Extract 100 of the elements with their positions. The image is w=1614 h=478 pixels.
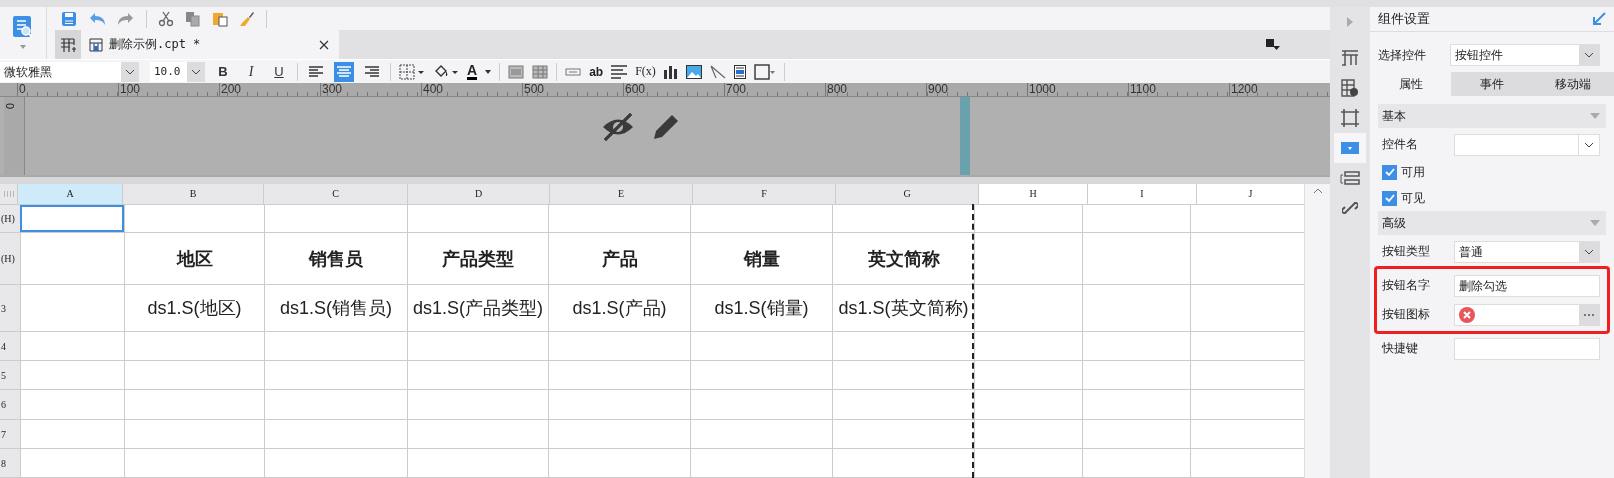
caret-icon	[1590, 220, 1600, 226]
caret-icon[interactable]	[485, 69, 492, 74]
file-tab[interactable]: 删除示例.cpt *	[81, 30, 339, 59]
icon-picker-field[interactable]	[1454, 303, 1600, 326]
undo-icon[interactable]	[88, 11, 106, 26]
row-header[interactable]: 8	[0, 449, 20, 477]
row-header[interactable]: 7	[0, 420, 20, 448]
grid-info-icon	[1341, 79, 1359, 97]
checkbox[interactable]	[1382, 190, 1397, 206]
section-header[interactable]: 基本	[1378, 104, 1606, 128]
field-label: 快捷键	[1382, 340, 1419, 357]
border-icon[interactable]	[399, 63, 425, 80]
hidden-eye-icon[interactable]	[601, 112, 635, 143]
grid-icon	[1341, 50, 1359, 66]
column-header[interactable]: A	[17, 184, 122, 204]
font-size-dropdown[interactable]: 10.0	[150, 61, 205, 82]
sub-report-icon[interactable]	[733, 64, 746, 79]
copy-icon[interactable]	[185, 10, 201, 27]
text-style-button[interactable]: U	[269, 61, 289, 82]
formula-button[interactable]: F(x)	[635, 64, 656, 80]
paragraph-icon[interactable]	[611, 64, 628, 79]
checkbox-label: 可用	[1401, 163, 1425, 181]
column-header[interactable]: J	[1196, 184, 1304, 204]
checkbox-label: 可见	[1401, 189, 1425, 207]
panel-tab[interactable]: 移动端	[1532, 72, 1614, 96]
ruler-mark: 200	[219, 83, 320, 97]
image-icon[interactable]	[685, 64, 702, 79]
panel-title: 组件设置	[1378, 10, 1430, 28]
align-button[interactable]	[334, 61, 354, 82]
save-icon[interactable]	[61, 10, 77, 27]
ruler-mark: 100	[118, 83, 219, 97]
header-cell-text: 英文简称	[867, 247, 940, 271]
row-header[interactable]: (H)	[0, 205, 20, 232]
section-title: 基本	[1382, 107, 1406, 125]
paste-icon[interactable]	[212, 10, 228, 27]
ruler-mark: 1100	[1128, 83, 1229, 97]
row-header[interactable]: (H)	[0, 233, 20, 284]
row-header[interactable]: 4	[0, 332, 20, 360]
split-cells-icon[interactable]	[532, 64, 549, 79]
caret-icon	[1590, 113, 1600, 119]
field-label: 控件名	[1382, 136, 1419, 153]
format-icon[interactable]	[1266, 38, 1280, 51]
header-cell-text: 销售员	[309, 247, 363, 271]
textbox-icon[interactable]	[565, 67, 582, 76]
stacked-bars-icon	[1340, 171, 1360, 185]
bar-chart-icon[interactable]	[663, 64, 678, 79]
text-tool-button[interactable]: ab	[589, 64, 604, 79]
dropdown-field[interactable]: 普通	[1454, 240, 1600, 263]
column-header[interactable]: H	[978, 184, 1087, 204]
scroll-up-icon[interactable]	[1312, 188, 1323, 194]
slash-line-icon[interactable]	[709, 64, 726, 79]
field-cell-text: ds1.S(产品类型)	[413, 298, 543, 318]
field-cell-text: ds1.S(英文简称)	[838, 298, 969, 318]
text-style-button[interactable]: I	[241, 61, 261, 82]
widget-select[interactable]: 按钮控件	[1450, 44, 1600, 66]
browse-button[interactable]	[1579, 304, 1599, 325]
designer-app-icon[interactable]	[12, 15, 34, 39]
dropdown-widget-icon	[1341, 142, 1359, 154]
link-icon	[1342, 200, 1358, 216]
expand-arrow-icon[interactable]	[1347, 17, 1353, 27]
ruler-mark: 0	[17, 83, 118, 97]
input-field[interactable]: 删除勾选	[1454, 274, 1600, 297]
header-cell-text: 产品类型	[442, 247, 514, 271]
ruler-mark: 500	[522, 83, 623, 97]
column-header[interactable]: I	[1087, 184, 1196, 204]
header-cell-text: 地区	[176, 247, 213, 271]
font-color-button[interactable]: A	[467, 63, 478, 81]
section-header[interactable]: 高级	[1378, 211, 1606, 235]
chevron-down-icon	[1584, 52, 1594, 58]
checkbox[interactable]	[1382, 164, 1397, 180]
ruler-mark: 600	[623, 83, 724, 97]
grid-handle-icon[interactable]	[3, 191, 14, 197]
font-family-dropdown[interactable]: 微软雅黑	[0, 61, 139, 82]
add-sheet-icon[interactable]	[60, 36, 76, 53]
frame-icon	[1341, 109, 1359, 127]
row-header[interactable]: 5	[0, 361, 20, 389]
dropdown-field[interactable]	[1454, 133, 1600, 156]
frame-icon[interactable]	[753, 63, 776, 80]
panel-tab[interactable]: 事件	[1451, 72, 1533, 96]
ruler-mark: 400	[421, 83, 522, 97]
collapse-arrow-icon[interactable]	[1592, 12, 1606, 26]
brush-icon[interactable]	[239, 10, 255, 27]
report-file-icon	[89, 37, 103, 52]
delete-icon	[1459, 306, 1475, 323]
scissors-icon[interactable]	[158, 10, 174, 27]
ruler-mark: 900	[926, 83, 1027, 97]
row-header[interactable]: 6	[0, 390, 20, 419]
text-style-button[interactable]: B	[213, 61, 233, 82]
merge-cells-icon[interactable]	[508, 64, 525, 79]
redo-icon[interactable]	[117, 11, 135, 26]
chevron-down-icon	[1584, 248, 1594, 255]
chevron-down-icon	[125, 68, 135, 75]
selected-cell[interactable]	[20, 205, 124, 232]
row-header[interactable]: 3	[0, 285, 20, 331]
input-field[interactable]	[1454, 337, 1600, 360]
field-cell-text: ds1.S(地区)	[147, 298, 242, 318]
field-label: 按钮类型	[1382, 243, 1431, 260]
close-icon[interactable]	[319, 39, 329, 50]
field-cell-text: ds1.S(产品)	[572, 298, 667, 318]
chevron-down-icon	[191, 68, 201, 75]
